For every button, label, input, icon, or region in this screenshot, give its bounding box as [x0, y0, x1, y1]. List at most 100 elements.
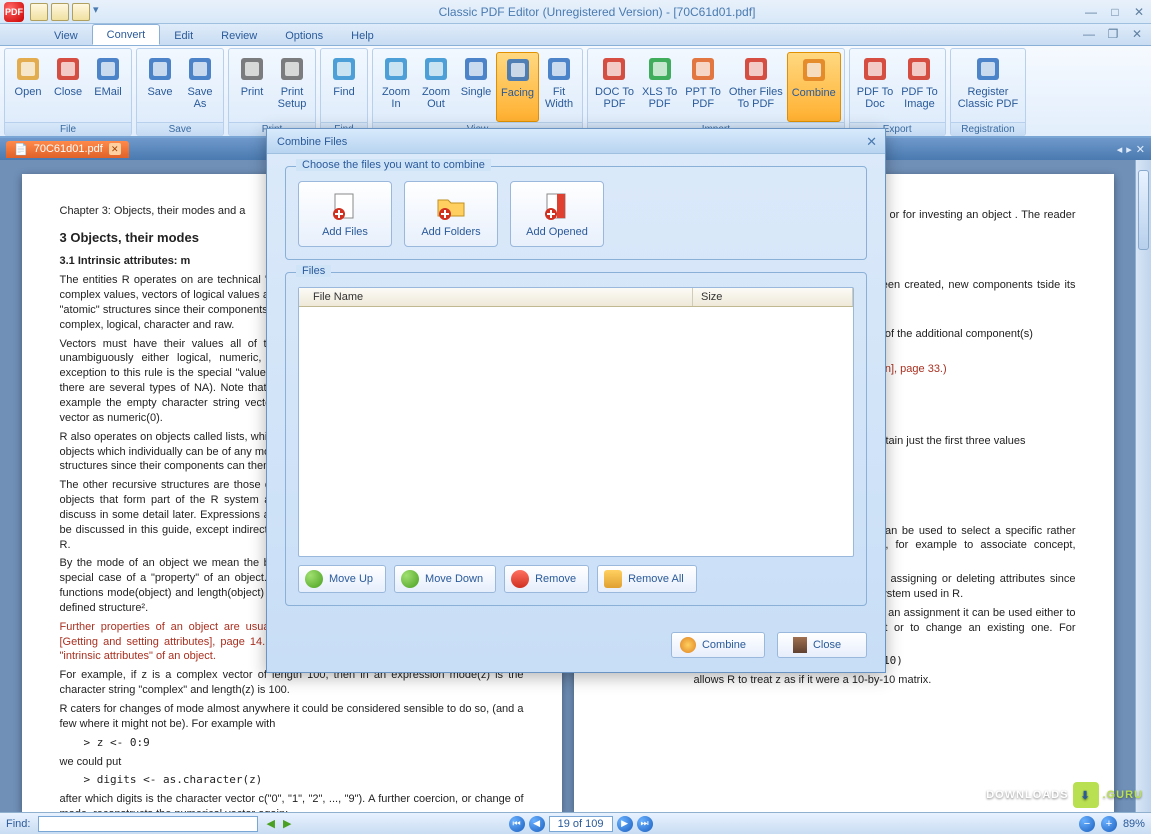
ribbon-group-label: Save	[137, 122, 223, 136]
tab-next-icon[interactable]: ▸	[1126, 143, 1132, 156]
ribbon-open-button[interactable]: Open	[8, 52, 48, 122]
ribbon-find-button[interactable]: Find	[324, 52, 364, 122]
find-next-icon[interactable]: ▶	[283, 817, 291, 830]
find-input[interactable]	[38, 816, 258, 832]
zoom-out-button[interactable]: −	[1079, 816, 1095, 832]
email-icon	[93, 54, 123, 84]
tab-review[interactable]: Review	[207, 26, 271, 45]
ribbon-ppt2pdf-button[interactable]: PPT ToPDF	[681, 52, 725, 122]
add-files-icon	[329, 190, 361, 222]
prev-page-button[interactable]: ◀	[529, 816, 545, 832]
maximize-button[interactable]: □	[1107, 5, 1123, 19]
ribbon-print-button[interactable]: Print	[232, 52, 272, 122]
ribbon-item-label: EMail	[94, 86, 122, 98]
tab-view[interactable]: View	[40, 26, 92, 45]
page-code: > z <- 0:9	[84, 736, 524, 751]
fitwidth-icon	[544, 54, 574, 84]
ribbon-zoomin-button[interactable]: ZoomIn	[376, 52, 416, 122]
tab-convert[interactable]: Convert	[92, 24, 161, 45]
close-window-button[interactable]: ✕	[1131, 5, 1147, 19]
ribbon-xls2pdf-button[interactable]: XLS ToPDF	[638, 52, 681, 122]
ribbon-close-button[interactable]: Close	[48, 52, 88, 122]
document-tab-close-icon[interactable]: ✕	[109, 143, 121, 155]
ribbon-group-print: PrintPrintSetupPrint	[228, 48, 316, 136]
column-filename[interactable]: File Name	[299, 288, 693, 306]
ribbon-item-label: DOC ToPDF	[595, 86, 634, 110]
move-down-button[interactable]: Move Down	[394, 565, 496, 593]
remove-button[interactable]: Remove	[504, 565, 589, 593]
tab-help[interactable]: Help	[337, 26, 388, 45]
dialog-close-icon[interactable]: ✕	[866, 134, 877, 150]
ribbon-group-import: DOC ToPDFXLS ToPDFPPT ToPDFOther FilesTo…	[587, 48, 845, 136]
ribbon-single-button[interactable]: Single	[456, 52, 496, 122]
combine-button[interactable]: Combine	[671, 632, 765, 658]
ribbon-group-view: ZoomInZoomOutSingleFacingFitWidthView	[372, 48, 583, 136]
pdf2img-icon	[904, 54, 934, 84]
page-code: > digits <- as.character(z)	[84, 773, 524, 788]
add-folders-icon	[435, 190, 467, 222]
file-list-table[interactable]: File Name Size	[298, 287, 854, 557]
zoom-in-button[interactable]: +	[1101, 816, 1117, 832]
ribbon-pdf2doc-button[interactable]: PDF ToDoc	[853, 52, 897, 122]
ribbon-group-export: PDF ToDocPDF ToImageExport	[849, 48, 946, 136]
tab-edit[interactable]: Edit	[160, 26, 207, 45]
qat-save-icon[interactable]	[51, 3, 69, 21]
add-folders-button[interactable]: Add Folders	[404, 181, 498, 247]
button-label: Add Files	[322, 226, 368, 238]
ribbon-pdf2img-button[interactable]: PDF ToImage	[897, 52, 941, 122]
ribbon-combine-button[interactable]: Combine	[787, 52, 841, 122]
combine-icon	[680, 637, 696, 653]
add-opened-button[interactable]: Add Opened	[510, 181, 604, 247]
ribbon-group-save: SaveSaveAsSave	[136, 48, 224, 136]
find-label: Find:	[6, 818, 30, 830]
first-page-button[interactable]: ⏮	[509, 816, 525, 832]
print-icon	[237, 54, 267, 84]
vertical-scrollbar[interactable]	[1135, 160, 1151, 812]
app-icon: PDF	[4, 2, 24, 22]
ribbon-register-button[interactable]: RegisterClassic PDF	[954, 52, 1023, 122]
qat-print-icon[interactable]	[72, 3, 90, 21]
ribbon-email-button[interactable]: EMail	[88, 52, 128, 122]
dialog-titlebar[interactable]: Combine Files ✕	[267, 129, 885, 154]
mdi-close-button[interactable]: ✕	[1129, 27, 1145, 41]
document-tab-label: 70C61d01.pdf	[34, 143, 103, 155]
ribbon-facing-button[interactable]: Facing	[496, 52, 539, 122]
ribbon-doc2pdf-button[interactable]: DOC ToPDF	[591, 52, 638, 122]
qat-open-icon[interactable]	[30, 3, 48, 21]
find-prev-icon[interactable]: ◀	[266, 817, 274, 830]
mdi-restore-button[interactable]: ❐	[1105, 27, 1121, 41]
move-up-button[interactable]: Move Up	[298, 565, 386, 593]
last-page-button[interactable]: ⏭	[637, 816, 653, 832]
save-icon	[145, 54, 175, 84]
dialog-title-text: Combine Files	[277, 136, 347, 148]
qat-dropdown-icon[interactable]: ▾	[93, 3, 111, 21]
combine-files-dialog: Combine Files ✕ Choose the files you wan…	[266, 128, 886, 673]
button-label: Close	[813, 639, 841, 651]
remove-all-button[interactable]: Remove All	[597, 565, 697, 593]
mdi-minimize-button[interactable]: —	[1081, 27, 1097, 41]
next-page-button[interactable]: ▶	[617, 816, 633, 832]
ribbon-saveas-button[interactable]: SaveAs	[180, 52, 220, 122]
ribbon-printsetup-button[interactable]: PrintSetup	[272, 52, 312, 122]
tab-close-icon[interactable]: ✕	[1136, 143, 1145, 156]
minimize-button[interactable]: —	[1083, 5, 1099, 19]
fieldset-legend: Choose the files you want to combine	[296, 159, 491, 171]
column-size[interactable]: Size	[693, 288, 853, 306]
button-label: Add Opened	[526, 226, 588, 238]
ribbon-item-label: FitWidth	[545, 86, 573, 110]
tab-options[interactable]: Options	[271, 26, 337, 45]
tab-prev-icon[interactable]: ◂	[1117, 143, 1123, 156]
ribbon-other2pdf-button[interactable]: Other FilesTo PDF	[725, 52, 787, 122]
ribbon-zoomout-button[interactable]: ZoomOut	[416, 52, 456, 122]
zoomin-icon	[381, 54, 411, 84]
ribbon-save-button[interactable]: Save	[140, 52, 180, 122]
table-header: File Name Size	[299, 288, 853, 307]
ribbon-fitwidth-button[interactable]: FitWidth	[539, 52, 579, 122]
document-tab[interactable]: 📄 70C61d01.pdf ✕	[6, 141, 129, 158]
watermark-text: DOWNLOADS	[986, 789, 1068, 801]
page-indicator[interactable]: 19 of 109	[549, 816, 613, 832]
close-button[interactable]: Close	[777, 632, 867, 658]
scrollbar-thumb[interactable]	[1138, 170, 1149, 250]
choose-files-fieldset: Choose the files you want to combine Add…	[285, 166, 867, 260]
add-files-button[interactable]: Add Files	[298, 181, 392, 247]
